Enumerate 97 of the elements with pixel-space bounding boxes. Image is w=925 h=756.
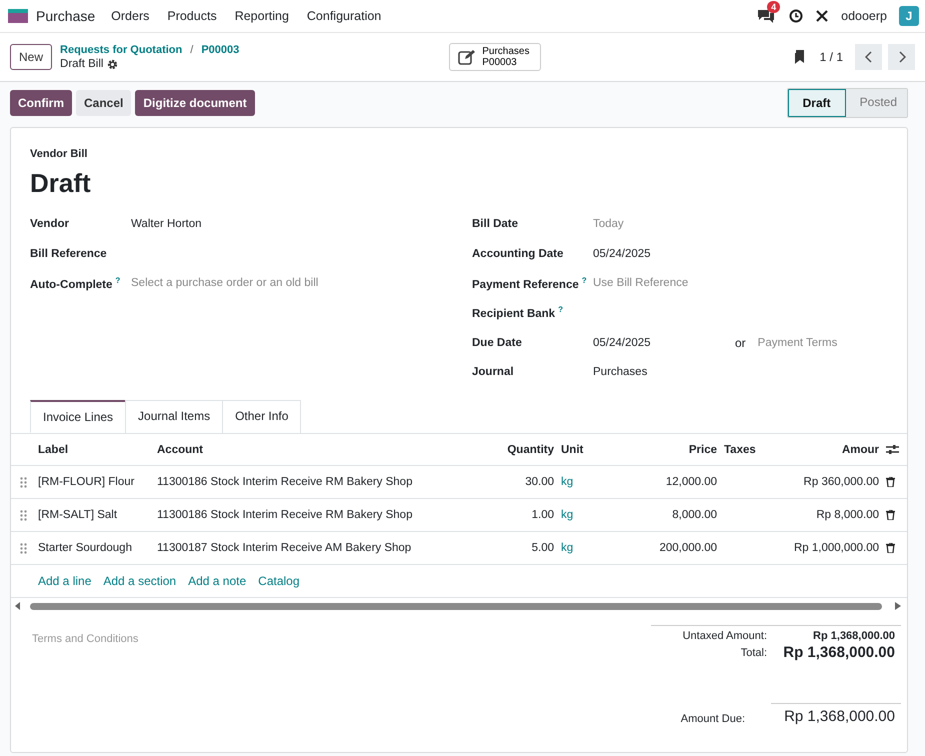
add-link[interactable]: Add a section xyxy=(103,574,176,588)
field-label: Bill Date xyxy=(472,218,518,230)
total-label: Amount Due: xyxy=(680,713,746,726)
table-cell-text: kg xyxy=(561,476,574,488)
total-label: Untaxed Amount: xyxy=(682,630,768,642)
smart-button[interactable]: Purchases P00003 xyxy=(449,43,540,71)
column-header[interactable]: Taxes xyxy=(724,444,780,456)
table-cell-text: kg xyxy=(561,542,574,554)
column-header[interactable]: Amour xyxy=(842,444,879,456)
column-header[interactable]: Account xyxy=(157,444,467,456)
status-stage[interactable]: Draft xyxy=(788,89,846,117)
chevron-left-icon xyxy=(864,51,872,63)
trash-icon[interactable] xyxy=(886,510,895,520)
chevron-right-icon xyxy=(898,51,906,63)
field-value[interactable]: 05/24/2025 xyxy=(593,336,735,349)
total-value: Rp 1,368,000.00 xyxy=(812,630,896,642)
edit-icon xyxy=(458,49,476,65)
table-cell-text: 200,000.00 xyxy=(658,542,718,554)
help-icon[interactable]: ? xyxy=(582,276,587,285)
field-label: Vendor xyxy=(30,218,69,230)
tab[interactable]: Other Info xyxy=(222,400,302,434)
input-field[interactable]: Today xyxy=(593,218,624,230)
input-field[interactable]: Payment Terms xyxy=(758,336,838,349)
pager-value: 1 / 1 xyxy=(820,50,843,64)
previous-button[interactable] xyxy=(855,44,882,70)
total-value: Rp 1,368,000.00 xyxy=(771,703,901,726)
field-label: Accounting Date xyxy=(472,248,564,260)
drag-handle-icon[interactable] xyxy=(20,542,27,554)
clock-icon[interactable] xyxy=(789,9,804,23)
total-value: Rp 1,368,000.00 xyxy=(782,644,896,662)
help-icon[interactable]: ? xyxy=(115,276,120,285)
field-label: Due Date xyxy=(472,336,522,349)
status-stage[interactable]: Posted xyxy=(846,89,907,117)
settings-icon[interactable] xyxy=(107,58,118,70)
drag-handle-icon[interactable] xyxy=(20,510,27,521)
field-value[interactable]: Purchases xyxy=(593,366,648,378)
breadcrumb-separator: / xyxy=(190,44,194,56)
field-label: Bill Reference xyxy=(30,248,107,260)
table-cell-text: Rp 8,000.00 xyxy=(815,509,880,522)
table-cell-text: 5.00 xyxy=(530,542,555,554)
add-link[interactable]: Add a note xyxy=(188,574,246,588)
next-button[interactable] xyxy=(888,44,915,70)
column-header[interactable]: Unit xyxy=(561,444,600,456)
drag-handle-icon[interactable] xyxy=(20,476,27,488)
table-cell-text: 11300187 Stock Interim Receive AM Bakery Shop xyxy=(157,542,412,554)
table-cell-text: 1.00 xyxy=(530,509,555,522)
bookmark-icon[interactable] xyxy=(792,50,804,64)
primary-button[interactable]: Confirm xyxy=(10,90,72,116)
input-field[interactable]: Use Bill Reference xyxy=(593,277,688,290)
table-cell-text: 11300186 Stock Interim Receive RM Bakery Shop xyxy=(157,476,414,488)
new-button[interactable]: New xyxy=(10,44,52,70)
field-label: Auto-Complete xyxy=(30,278,112,291)
menu-item[interactable]: Reporting xyxy=(234,9,289,23)
trash-icon[interactable] xyxy=(886,477,895,488)
table-cell-text: Rp 1,000,000.00 xyxy=(792,542,880,554)
trash-icon[interactable] xyxy=(886,543,895,554)
table-cell-text: [RM-SALT] Salt xyxy=(38,509,118,522)
record-name: Draft Bill xyxy=(60,58,104,70)
column-header[interactable]: Quantity xyxy=(467,444,561,456)
column-header[interactable]: Label xyxy=(38,444,157,456)
document-title: Draft xyxy=(29,168,92,199)
secondary-button[interactable]: Cancel xyxy=(76,90,132,116)
table-cell-text: Starter Sourdough xyxy=(38,542,133,554)
user-name[interactable]: odooerp xyxy=(841,9,887,23)
table-cell-text: 11300186 Stock Interim Receive RM Bakery Shop xyxy=(157,509,414,522)
breadcrumb-link[interactable]: P00003 xyxy=(201,44,240,56)
total-label: Total: xyxy=(740,646,768,659)
tab[interactable]: Invoice Lines xyxy=(30,400,126,434)
tab[interactable]: Journal Items xyxy=(125,400,224,434)
field-value[interactable]: 05/24/2025 xyxy=(593,248,651,260)
column-settings-icon[interactable] xyxy=(886,444,899,456)
table-cell-text: [RM-FLOUR] Flour xyxy=(38,476,136,488)
field-label: Payment Reference xyxy=(472,278,579,291)
horizontal-scrollbar[interactable] xyxy=(13,601,903,612)
table-cell-text: 8,000.00 xyxy=(671,509,718,522)
breadcrumb-link[interactable]: Requests for Quotation xyxy=(60,44,182,56)
input-field[interactable]: Select a purchase order or an old bill xyxy=(131,277,318,290)
table-cell-text: Rp 360,000.00 xyxy=(802,476,880,488)
table-cell-text: 12,000.00 xyxy=(664,476,718,488)
field-label: Journal xyxy=(472,366,514,378)
primary-button[interactable]: Digitize document xyxy=(135,90,255,116)
help-icon[interactable]: ? xyxy=(558,305,563,314)
menu-item[interactable]: Products xyxy=(167,9,217,23)
connector-text: or xyxy=(735,336,746,350)
column-header[interactable]: Price xyxy=(600,444,724,456)
document-type: Vendor Bill xyxy=(29,148,88,160)
chat-icon[interactable] xyxy=(757,8,776,23)
app-name[interactable]: Purchase xyxy=(36,8,96,24)
add-link[interactable]: Add a line xyxy=(38,574,92,588)
notification-badge: 4 xyxy=(767,1,780,13)
field-label: Recipient Bank xyxy=(472,308,556,320)
menu-item[interactable]: Orders xyxy=(111,9,150,23)
add-link[interactable]: Catalog xyxy=(258,574,300,588)
table-cell-text: kg xyxy=(561,509,574,522)
table-cell-text: 30.00 xyxy=(524,476,555,488)
menu-item[interactable]: Configuration xyxy=(306,9,382,23)
field-value[interactable]: Walter Horton xyxy=(131,218,202,230)
